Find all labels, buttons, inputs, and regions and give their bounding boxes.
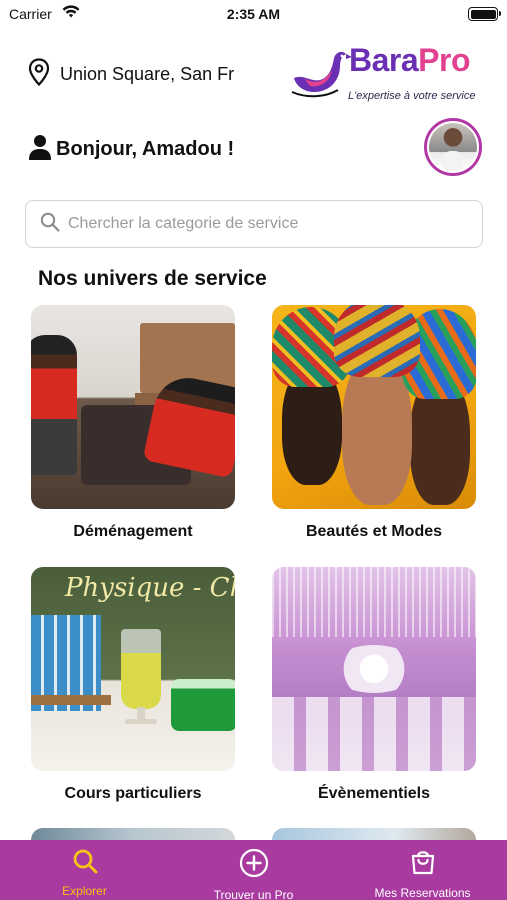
greeting: Bonjour, Amadou ! (28, 134, 234, 165)
tab-mes-reservations[interactable]: Mes Reservations (338, 840, 507, 900)
search-bar[interactable] (25, 200, 483, 248)
logo-bara: Bara (349, 42, 419, 78)
logo-wordmark: BaraPro (349, 42, 470, 79)
bara-pro-logo: BaraPro L'expertise à votre service (290, 42, 506, 106)
category-label: Déménagement (73, 523, 193, 540)
tab-trouver-un-pro[interactable]: Trouver un Pro (169, 840, 338, 900)
category-card-beaute[interactable]: Beautés et Modes (272, 305, 476, 541)
location-pin-icon (28, 58, 50, 91)
search-icon (72, 848, 98, 879)
avatar[interactable] (424, 118, 482, 176)
bottom-tab-bar: Explorer Trouver un Pro Mes Reservations (0, 840, 507, 900)
location-text: Union Square, San Fr (60, 64, 235, 84)
battery-fill (470, 9, 496, 19)
bird-logo-icon (291, 51, 352, 98)
tab-label: Explorer (62, 884, 107, 898)
logo-pro: Pro (418, 42, 470, 78)
plus-circle-icon (239, 848, 269, 883)
category-image-beaute (272, 305, 476, 509)
category-card-demenagement[interactable]: Déménagement (31, 305, 235, 541)
battery-icon (468, 7, 501, 21)
tab-explorer[interactable]: Explorer (0, 840, 169, 900)
category-card-evenementiels[interactable]: Évènementiels (272, 567, 476, 803)
category-image-evenementiels (272, 567, 476, 771)
category-label: Beautés et Modes (305, 523, 443, 540)
user-icon (28, 134, 52, 165)
category-image-cours: Physique - Ch (31, 567, 235, 771)
category-label: Évènementiels (317, 785, 431, 802)
tab-label: Mes Reservations (374, 886, 471, 900)
search-input[interactable] (68, 215, 468, 233)
section-title: Nos univers de service (38, 267, 267, 290)
tab-label: Trouver un Pro (213, 888, 294, 900)
status-time: 2:35 AM (226, 6, 281, 22)
category-card-cours[interactable]: Physique - Ch Cours particuliers (31, 567, 235, 803)
shopping-bag-icon (409, 848, 437, 881)
search-icon (40, 212, 60, 237)
avatar-photo (429, 123, 477, 171)
status-bar: Carrier 2:35 AM (0, 0, 507, 30)
logo-tagline: L'expertise à votre service (348, 90, 476, 102)
category-image-demenagement (31, 305, 235, 509)
greeting-text: Bonjour, Amadou ! (56, 138, 235, 160)
chalkboard-writing: Physique - Ch (65, 573, 235, 603)
category-label: Cours particuliers (64, 785, 202, 802)
location-selector[interactable]: Union Square, San Fr (28, 58, 248, 91)
